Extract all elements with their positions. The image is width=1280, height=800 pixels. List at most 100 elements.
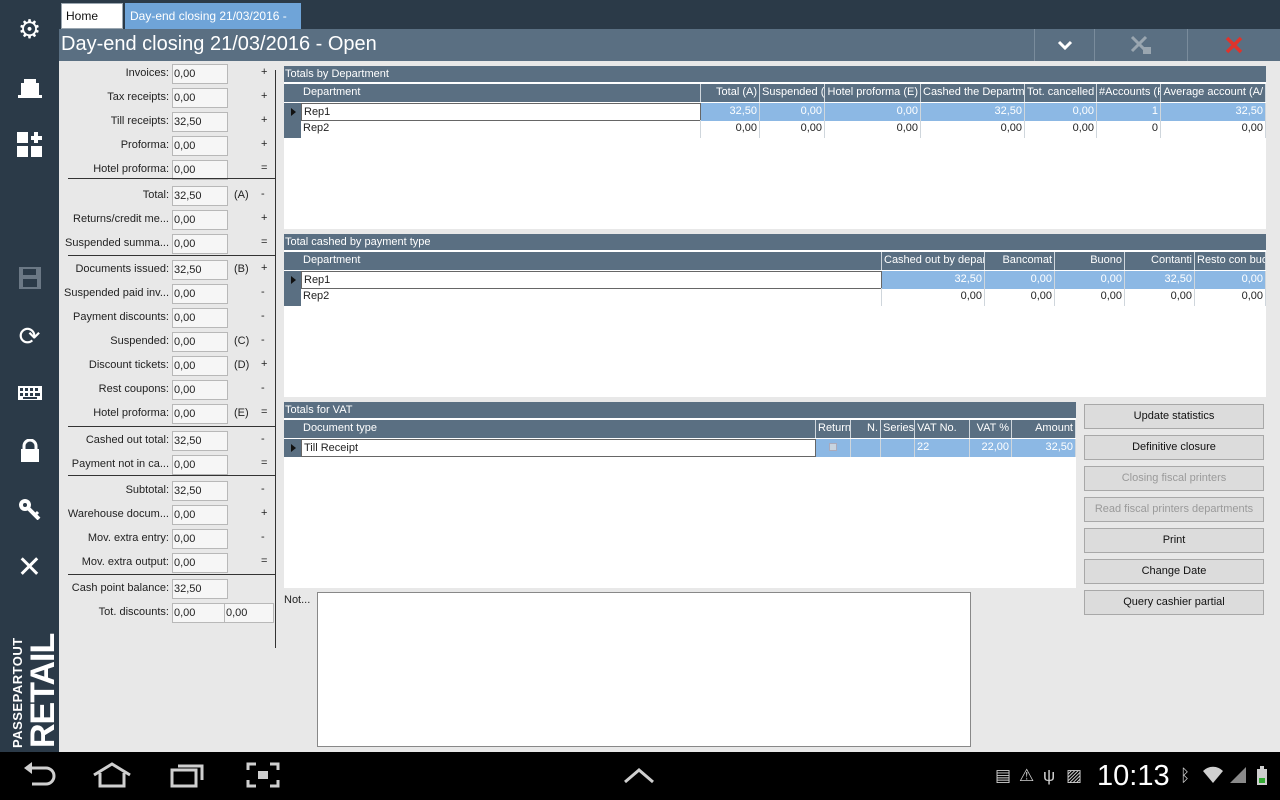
summary-value[interactable]: 0,00: [172, 64, 228, 84]
table-row[interactable]: Rep1 32,50 0,00 0,00 32,50 0,00: [284, 271, 1266, 289]
summary-value[interactable]: 0,00: [172, 455, 228, 475]
row-indicator[interactable]: [284, 103, 301, 121]
save-icon[interactable]: [0, 258, 59, 298]
row-indicator[interactable]: [284, 439, 301, 457]
dept-grid: Totals by Department Department Total (A) S…: [284, 66, 1266, 229]
read-fiscal-printers-departments-button[interactable]: Read fiscal printers departments: [1084, 497, 1264, 522]
table-cell: 0,00: [1055, 271, 1125, 289]
table-row[interactable]: Rep1 32,50 0,00 0,00 32,50 0,00 1 32,50: [284, 103, 1266, 121]
summary-value[interactable]: 0,00: [172, 308, 228, 328]
query-cashier-partial-button[interactable]: Query cashier partial: [1084, 590, 1264, 615]
column-header[interactable]: Buono: [1055, 252, 1125, 270]
chevron-up-icon[interactable]: [622, 762, 656, 793]
summary-value[interactable]: 0,00: [172, 356, 228, 376]
column-header[interactable]: Cashed out by depar: [882, 252, 985, 270]
summary-operator: =: [261, 457, 268, 469]
column-header[interactable]: Amount: [1012, 420, 1076, 438]
summary-value[interactable]: 0,00: [172, 553, 228, 573]
row-indicator[interactable]: [284, 288, 301, 306]
column-header[interactable]: Document type: [301, 420, 816, 438]
return-checkbox[interactable]: [816, 439, 851, 457]
discard-button[interactable]: [1094, 29, 1187, 61]
summary-value[interactable]: 0,00: [172, 332, 228, 352]
screenshot-icon[interactable]: [246, 762, 280, 795]
summary-operator: +: [261, 212, 268, 224]
column-header[interactable]: Series: [881, 420, 915, 438]
closing-fiscal-printers-button[interactable]: Closing fiscal printers: [1084, 466, 1264, 491]
grid-title: Totals by Department: [284, 66, 1266, 82]
summary-label: Hotel proforma:: [93, 407, 169, 419]
summary-value[interactable]: 0,00: [172, 505, 228, 525]
table-row[interactable]: Rep2 0,00 0,00 0,00 0,00 0,00: [284, 288, 1266, 306]
table-cell: 0,00: [1025, 120, 1097, 138]
summary-label: Documents issued:: [75, 263, 169, 275]
summary-row: Mov. extra entry: 0,00 -: [59, 528, 279, 550]
summary-label: Mov. extra output:: [81, 556, 169, 568]
table-row[interactable]: Rep2 0,00 0,00 0,00 0,00 0,00 0 0,00: [284, 120, 1266, 138]
row-indicator[interactable]: [284, 120, 301, 138]
close-window-button[interactable]: [1187, 29, 1280, 61]
summary-tag: (E): [234, 407, 249, 419]
lock-icon[interactable]: [0, 431, 59, 471]
summary-value[interactable]: 32,50: [172, 431, 228, 451]
summary-value[interactable]: 32,50: [172, 112, 228, 132]
dashboard-icon[interactable]: [0, 125, 59, 165]
column-header[interactable]: Return: [816, 420, 851, 438]
row-indicator[interactable]: [284, 271, 301, 289]
table-row[interactable]: Till Receipt 22 22,00 32,50: [284, 439, 1076, 457]
column-header[interactable]: Hotel proforma (E): [825, 84, 921, 102]
column-header[interactable]: Tot. cancelled: [1025, 84, 1097, 102]
summary-value[interactable]: 0,00: [172, 380, 228, 400]
column-header[interactable]: VAT No.: [915, 420, 970, 438]
column-header[interactable]: VAT %: [970, 420, 1012, 438]
print-button[interactable]: Print: [1084, 528, 1264, 553]
summary-value[interactable]: 32,50: [172, 186, 228, 206]
summary-label: Subtotal:: [125, 484, 169, 496]
close-icon[interactable]: ✕: [0, 547, 59, 587]
summary-value[interactable]: 0,00: [172, 529, 228, 549]
summary-operator: +: [261, 262, 268, 274]
summary-value[interactable]: 0,00: [172, 234, 228, 254]
key-icon[interactable]: [0, 489, 59, 529]
notes-textarea[interactable]: [317, 592, 971, 747]
column-header[interactable]: Total (A): [701, 84, 760, 102]
table-cell: 32,50: [1012, 439, 1076, 457]
summary-tag: (B): [234, 263, 249, 275]
home-icon[interactable]: [92, 762, 132, 795]
summary-value[interactable]: 32,50: [172, 481, 228, 501]
summary-label: Proforma:: [120, 139, 169, 151]
register-icon[interactable]: [0, 69, 59, 109]
column-header[interactable]: #Accounts (F: [1097, 84, 1161, 102]
definitive-closure-button[interactable]: Definitive closure: [1084, 435, 1264, 460]
summary-value[interactable]: 0,00: [172, 136, 228, 156]
back-icon[interactable]: [22, 762, 56, 795]
tab-day-end-closing[interactable]: Day-end closing 21/03/2016 - Open: [125, 3, 301, 47]
column-header[interactable]: Resto con buo: [1195, 252, 1266, 270]
keyboard-icon[interactable]: [0, 373, 59, 413]
column-header[interactable]: Department: [301, 84, 701, 102]
summary-value[interactable]: 0,00: [172, 88, 228, 108]
summary-value[interactable]: 0,00: [172, 160, 228, 180]
column-header[interactable]: Contanti: [1125, 252, 1195, 270]
tab-home-page[interactable]: Home page: [61, 3, 123, 47]
recent-apps-icon[interactable]: [170, 762, 206, 795]
summary-value[interactable]: 0,00: [172, 603, 228, 623]
summary-value[interactable]: 32,50: [172, 260, 228, 280]
refresh-icon[interactable]: ⟳: [0, 316, 59, 356]
column-header[interactable]: Average account (A/: [1161, 84, 1266, 102]
summary-value[interactable]: 0,00: [172, 210, 228, 230]
column-header[interactable]: Suspended (: [760, 84, 825, 102]
column-header[interactable]: Bancomat: [985, 252, 1055, 270]
summary-value[interactable]: 0,00: [172, 284, 228, 304]
column-header[interactable]: Department: [301, 252, 882, 270]
summary-value[interactable]: 32,50: [172, 579, 228, 599]
update-statistics-button[interactable]: Update statistics: [1084, 404, 1264, 429]
summary-value[interactable]: 0,00: [172, 404, 228, 424]
change-date-button[interactable]: Change Date: [1084, 559, 1264, 584]
summary-operator: =: [261, 162, 268, 174]
column-header[interactable]: Cashed the Departm: [921, 84, 1025, 102]
gear-icon[interactable]: ⚙: [0, 9, 59, 49]
dropdown-button[interactable]: [1034, 29, 1094, 61]
summary-value-2[interactable]: 0,00: [224, 603, 274, 623]
column-header[interactable]: N.: [851, 420, 881, 438]
